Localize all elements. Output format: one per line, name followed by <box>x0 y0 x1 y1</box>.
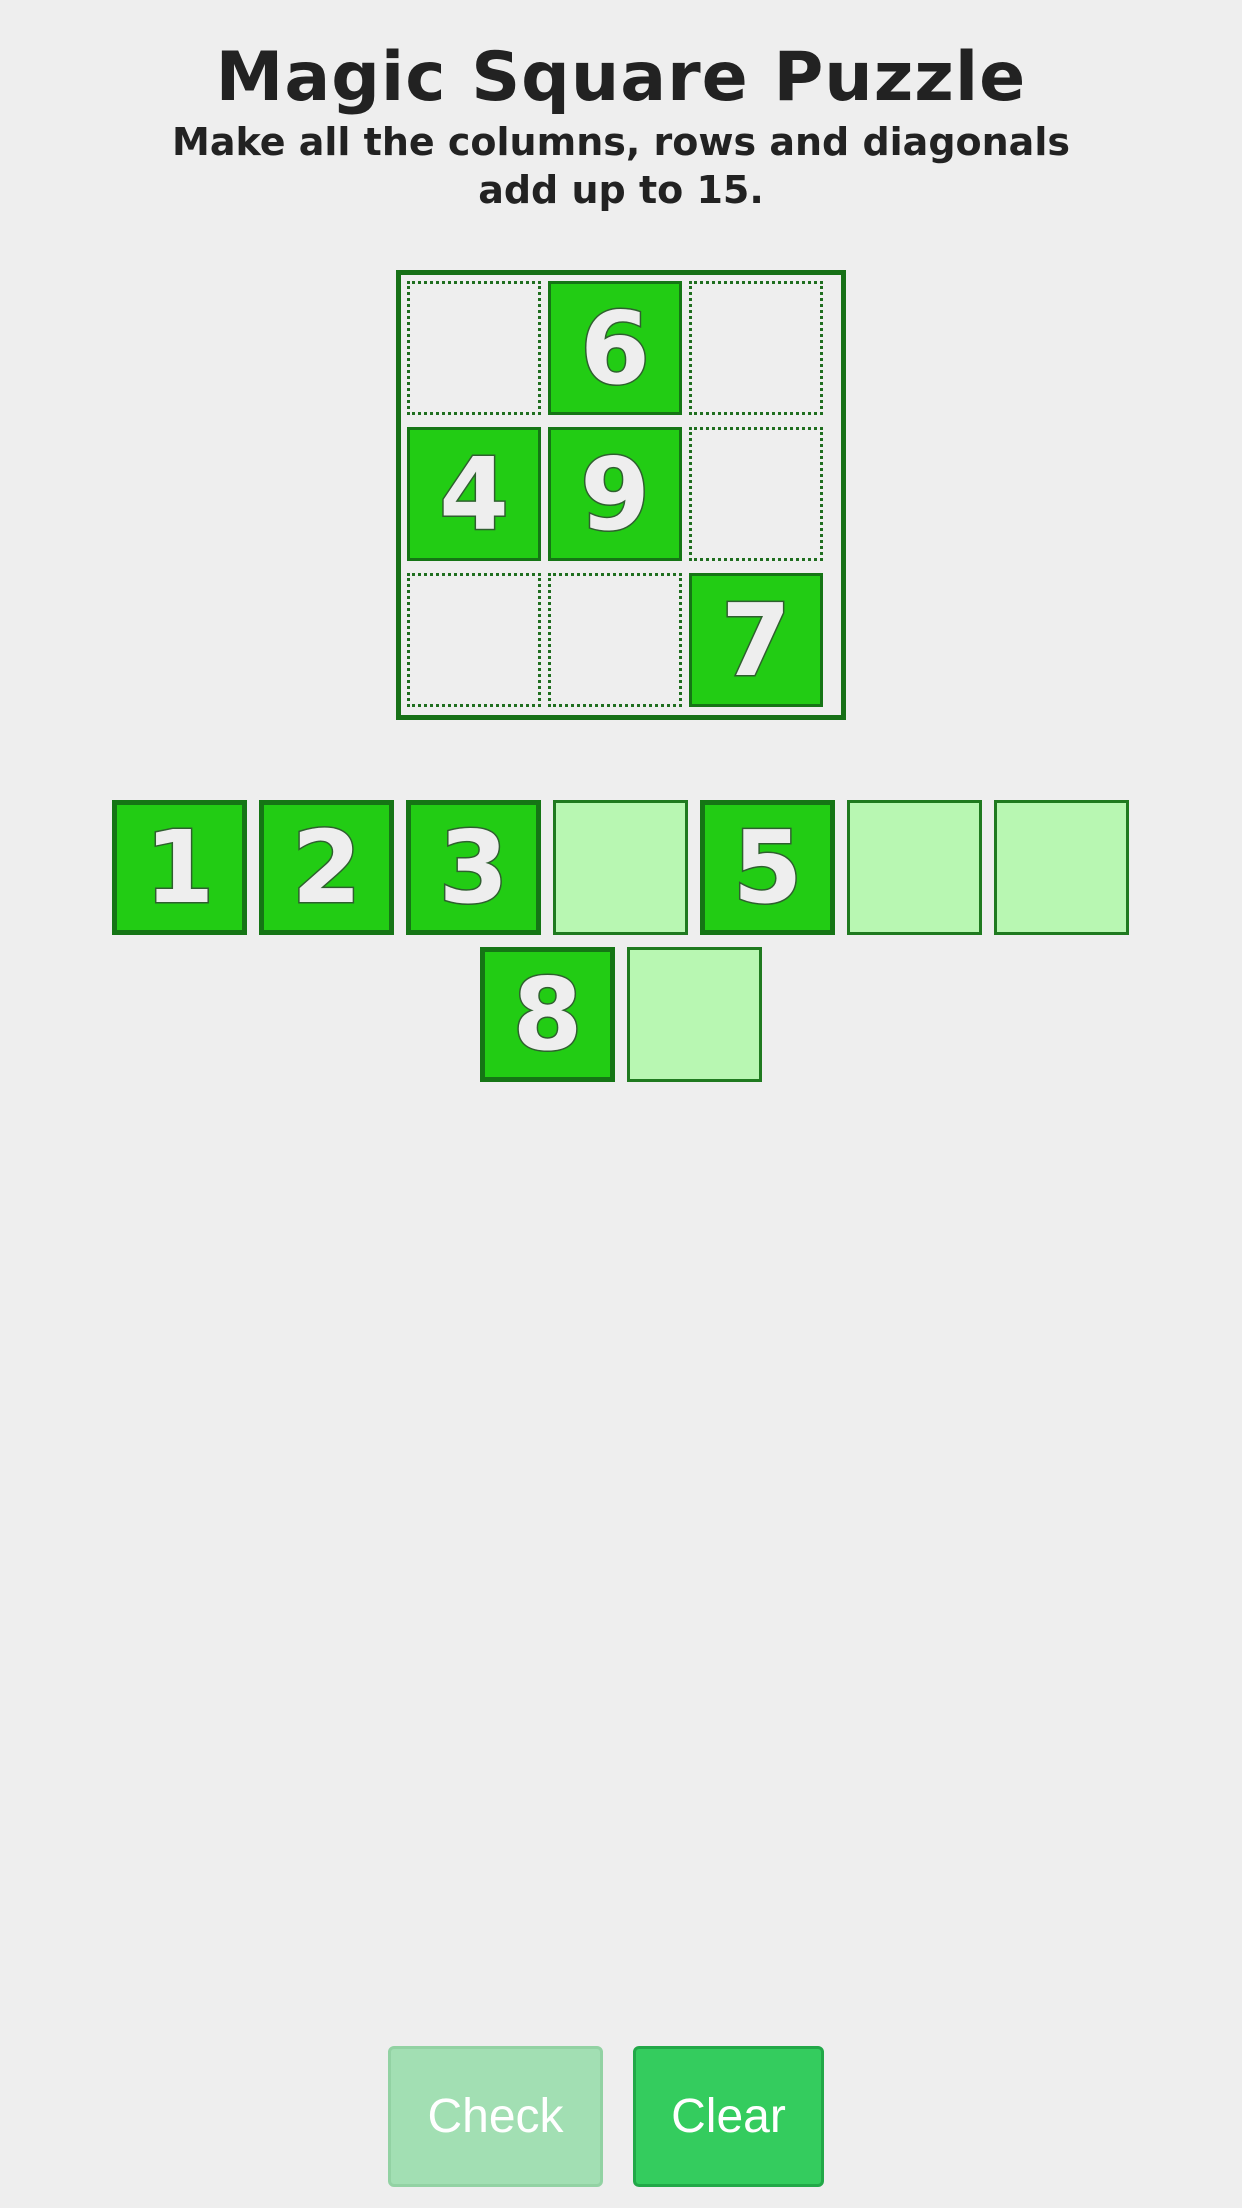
tray-slot-empty[interactable] <box>994 800 1129 935</box>
number-tile[interactable]: 3 <box>406 800 541 935</box>
number-tile[interactable]: 1 <box>112 800 247 935</box>
page-title: Magic Square Puzzle <box>215 38 1027 117</box>
board-cell-filled[interactable]: 9 <box>548 427 682 561</box>
board-cell-empty[interactable] <box>689 281 823 415</box>
number-tile[interactable]: 7 <box>689 573 823 707</box>
tray-slot-empty[interactable] <box>847 800 982 935</box>
tray-slot-filled[interactable]: 8 <box>480 947 615 1082</box>
number-tile[interactable]: 2 <box>259 800 394 935</box>
number-tile[interactable]: 8 <box>480 947 615 1082</box>
board-cell-empty[interactable] <box>407 281 541 415</box>
tray-slot-filled[interactable]: 1 <box>112 800 247 935</box>
board-cell-empty[interactable] <box>407 573 541 707</box>
number-tile[interactable]: 6 <box>548 281 682 415</box>
magic-square-board: 6 4 9 7 <box>396 270 846 720</box>
clear-button[interactable]: Clear <box>633 2046 824 2187</box>
board-cell-empty[interactable] <box>548 573 682 707</box>
board-cell-filled[interactable]: 4 <box>407 427 541 561</box>
tray-slot-filled[interactable]: 2 <box>259 800 394 935</box>
number-tile[interactable]: 9 <box>548 427 682 561</box>
board-cell-empty[interactable] <box>689 427 823 561</box>
tray-slot-filled[interactable]: 5 <box>700 800 835 935</box>
number-tile[interactable]: 5 <box>700 800 835 935</box>
number-tile[interactable]: 4 <box>407 427 541 561</box>
tray-slot-filled[interactable]: 3 <box>406 800 541 935</box>
board-cell-filled[interactable]: 6 <box>548 281 682 415</box>
tray-slot-empty[interactable] <box>553 800 688 935</box>
board-cell-filled[interactable]: 7 <box>689 573 823 707</box>
instructions-text: Make all the columns, rows and diagonals… <box>172 120 1070 212</box>
check-button[interactable]: Check <box>388 2046 603 2187</box>
tray-slot-empty[interactable] <box>627 947 762 1082</box>
